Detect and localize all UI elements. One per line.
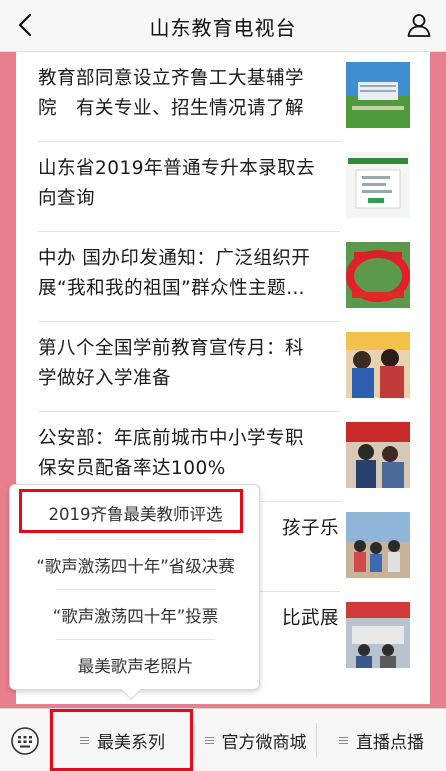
keyboard-toggle-button[interactable] (0, 709, 50, 771)
article-title: 孩子乐 (282, 518, 340, 539)
article-thumbnail (346, 62, 410, 128)
highlight-box (50, 709, 193, 771)
keyboard-icon (10, 726, 39, 755)
menu-lines-icon (339, 735, 348, 746)
article-title: 第八个全国学前教育宣传月：科学做好入学准备 (38, 338, 305, 389)
article-thumbnail (346, 242, 410, 308)
list-item[interactable]: 教育部同意设立齐鲁工大基辅学院 有关专业、招生情况请了解 (38, 52, 424, 142)
article-thumbnail (346, 332, 410, 398)
article-title: 比武展 (282, 608, 340, 629)
list-item[interactable]: 第八个全国学前教育宣传月：科学做好入学准备 (38, 322, 424, 412)
list-item[interactable]: 中办 国办印发通知：广泛组织开展“我和我的祖国”群众性主题… (38, 232, 424, 322)
top-nav-bar: 山东教育电视台 (0, 0, 446, 52)
article-thumbnail (346, 512, 410, 578)
menu-button-label: 直播点播 (356, 733, 424, 753)
submenu-item-old-photos[interactable]: 最美歌声老照片 (10, 639, 261, 691)
article-title: 公安部：年底前城市中小学专职保安员配备率达100% (38, 428, 305, 479)
article-title: 中办 国办印发通知：广泛组织开展“我和我的祖国”群众性主题… (38, 248, 311, 299)
menu-button-official-shop[interactable]: 官方微商城 (195, 709, 316, 771)
article-title: 山东省2019年普通专升本录取去向查询 (38, 158, 316, 209)
user-icon (407, 14, 431, 37)
highlight-box (19, 489, 243, 533)
menu-button-live-vod[interactable]: 直播点播 (317, 709, 446, 771)
page-title: 山东教育电视台 (149, 16, 297, 40)
submenu-item-song-vote[interactable]: “歌声激荡四十年”投票 (10, 589, 261, 641)
article-thumbnail (346, 602, 410, 668)
menu-lines-icon (204, 735, 214, 746)
article-title: 教育部同意设立齐鲁工大基辅学院 有关专业、招生情况请了解 (38, 68, 305, 119)
menu-button-label: 官方微商城 (221, 733, 307, 753)
list-item[interactable]: 山东省2019年普通专升本录取去向查询 (38, 142, 424, 232)
article-thumbnail (346, 422, 410, 488)
profile-button[interactable] (402, 8, 436, 42)
article-thumbnail (346, 152, 410, 218)
submenu-item-song-final[interactable]: “歌声激荡四十年”省级决赛 (10, 539, 261, 591)
